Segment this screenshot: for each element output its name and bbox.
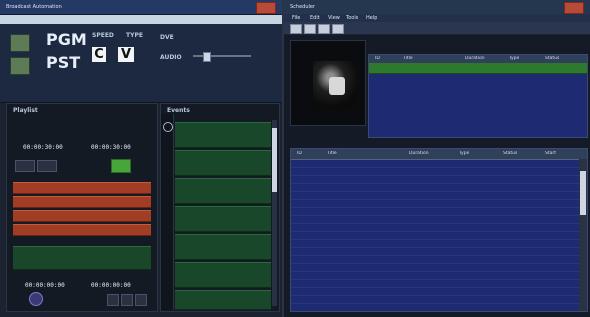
event-list-panel: Events [160, 103, 280, 312]
control-panel: PGM PST SPEED TYPE C V DVE AUDIO [0, 24, 282, 103]
bottom-col-start[interactable]: Start [545, 151, 556, 156]
transport-button-2[interactable] [121, 294, 133, 306]
menu-help[interactable]: Help [366, 15, 377, 21]
pgm-indicator[interactable] [10, 34, 30, 52]
bottom-grid-body [291, 159, 579, 311]
menu-file[interactable]: File [292, 15, 300, 21]
search-icon[interactable] [163, 122, 173, 132]
event-card-5[interactable] [175, 234, 271, 260]
pst-label: PST [46, 53, 81, 72]
playlist-panel: Playlist 00:00:30:00 00:00:30:00 00:00:0… [6, 103, 158, 312]
event-row-green[interactable] [13, 246, 151, 270]
toolbar-icon-1[interactable] [290, 24, 302, 34]
timecode-c: 00:00:00:00 [25, 282, 65, 289]
event-card-6[interactable] [175, 262, 271, 288]
event-row-red-2[interactable] [13, 196, 151, 208]
video-highlight [329, 77, 345, 95]
menu-view[interactable]: View [328, 15, 340, 21]
left-window: Broadcast Automation PGM PST SPEED TYPE … [0, 0, 284, 317]
bottom-col-title[interactable]: Title [327, 151, 337, 156]
type-value[interactable]: V [118, 47, 134, 62]
event-card-4[interactable] [175, 206, 271, 232]
pst-indicator[interactable] [10, 57, 30, 75]
right-window: Scheduler File Edit View Tools Help ID T… [284, 0, 590, 317]
audio-slider[interactable] [193, 55, 251, 57]
speed-label: SPEED [92, 32, 114, 39]
toolbar-icon-2[interactable] [304, 24, 316, 34]
top-grid-body [369, 73, 587, 137]
timecode-d: 00:00:00:00 [91, 282, 131, 289]
close-icon[interactable] [564, 2, 584, 14]
transport-button-1[interactable] [107, 294, 119, 306]
toolbar-icon-4[interactable] [332, 24, 344, 34]
top-col-status[interactable]: Status [545, 56, 559, 61]
events-header: Events [167, 107, 190, 114]
right-titlebar: Scheduler [284, 0, 590, 15]
menu-tools[interactable]: Tools [346, 15, 358, 21]
timecode-b: 00:00:30:00 [91, 144, 131, 151]
event-card-3[interactable] [175, 178, 271, 204]
bottom-grid: ID Title Duration Type Status Start [290, 148, 588, 312]
bottom-col-duration[interactable]: Duration [409, 151, 429, 156]
left-titlebar: Broadcast Automation [0, 0, 282, 15]
event-row-red-3[interactable] [13, 210, 151, 222]
left-title: Broadcast Automation [6, 4, 62, 10]
speed-value[interactable]: C [92, 47, 106, 62]
video-preview [290, 40, 366, 126]
rewind-button[interactable] [15, 160, 35, 172]
toolbar-icon-3[interactable] [318, 24, 330, 34]
transport-button-3[interactable] [135, 294, 147, 306]
playlist-header: Playlist [13, 107, 38, 114]
pgm-label: PGM [46, 30, 87, 49]
top-col-duration[interactable]: Duration [465, 56, 485, 61]
stop-button[interactable] [37, 160, 57, 172]
record-button[interactable] [29, 292, 43, 306]
event-row-red-1[interactable] [13, 182, 151, 194]
event-card-2[interactable] [175, 150, 271, 176]
top-col-title[interactable]: Title [403, 56, 413, 61]
top-col-type[interactable]: Type [509, 56, 519, 61]
audio-slider-handle[interactable] [203, 52, 211, 62]
play-button[interactable] [111, 159, 131, 173]
event-card-7[interactable] [175, 290, 271, 310]
bottom-grid-scroll-thumb[interactable] [580, 171, 586, 215]
toolbar [284, 22, 590, 35]
event-row-red-4[interactable] [13, 224, 151, 236]
screen: Broadcast Automation PGM PST SPEED TYPE … [0, 0, 590, 317]
bottom-col-id[interactable]: ID [297, 151, 302, 156]
audio-label: AUDIO [160, 54, 182, 61]
right-title: Scheduler [290, 4, 316, 10]
menu-bar: File Edit View Tools Help [284, 14, 590, 22]
event-list-gutter [161, 114, 174, 310]
event-list-scroll-thumb[interactable] [272, 128, 277, 192]
close-icon[interactable] [256, 2, 276, 14]
bottom-col-status[interactable]: Status [503, 151, 517, 156]
event-card-1[interactable] [175, 122, 271, 148]
top-grid: ID Title Duration Type Status [368, 54, 588, 138]
timecode-a: 00:00:30:00 [23, 144, 63, 151]
menu-edit[interactable]: Edit [310, 15, 320, 21]
bottom-col-type[interactable]: Type [459, 151, 469, 156]
top-col-id[interactable]: ID [375, 56, 380, 61]
dve-label: DVE [160, 34, 174, 41]
type-label: TYPE [126, 32, 143, 39]
